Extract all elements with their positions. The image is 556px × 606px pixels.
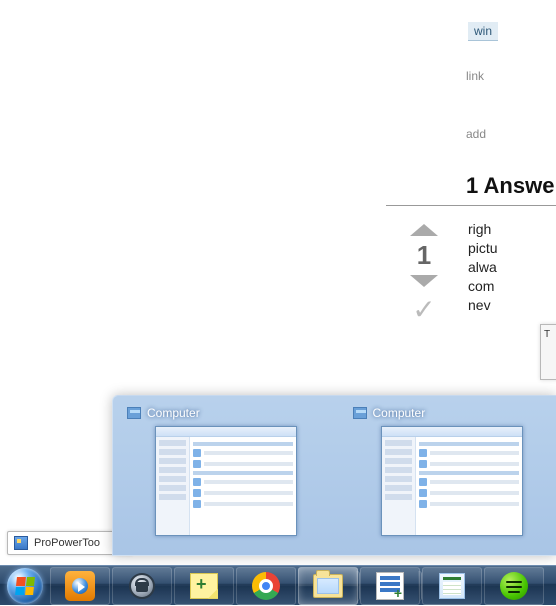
upvote-button[interactable] [410, 224, 438, 236]
explorer-icon [127, 407, 141, 419]
tooltip-app-icon [14, 536, 28, 550]
preview-thumbnail[interactable] [381, 426, 523, 536]
answer-block: 1 ✓ righ pictu alwa com nev [466, 220, 556, 314]
tag-row: win [466, 22, 556, 41]
answer-line: righ [468, 220, 556, 239]
start-button[interactable] [2, 566, 48, 606]
spreadsheet-icon [439, 573, 465, 599]
right-column: win link add 1 Answe 1 ✓ righ pictu alwa… [466, 0, 556, 326]
answer-text: righ pictu alwa com nev [468, 220, 556, 314]
sticky-note-icon [190, 573, 218, 599]
preview-thumbnail[interactable] [155, 426, 297, 536]
lock-icon [129, 573, 155, 599]
taskbar-sticky-notes[interactable] [174, 567, 234, 605]
tooltip-label: ProPowerToo [34, 537, 100, 549]
taskbar-media-player[interactable] [50, 567, 110, 605]
media-player-icon [65, 571, 95, 601]
windows-orb-icon [7, 568, 43, 604]
answer-line: alwa [468, 258, 556, 277]
taskbar-encryption[interactable] [112, 567, 172, 605]
add-comment-link[interactable]: add [466, 127, 556, 141]
taskbar-text-editor[interactable] [360, 567, 420, 605]
explorer-icon [353, 407, 367, 419]
taskbar-thumbnail-preview: Computer Computer [112, 395, 556, 556]
preview-item[interactable]: Computer [353, 406, 543, 543]
answer-line: com [468, 277, 556, 296]
preview-item[interactable]: Computer [127, 406, 317, 543]
vote-score: 1 [406, 240, 442, 271]
vote-column: 1 ✓ [406, 220, 442, 326]
preview-title-row: Computer [127, 406, 317, 420]
preview-title-text: Computer [147, 406, 200, 420]
folder-icon [313, 574, 343, 598]
taskbar-file-explorer[interactable] [298, 567, 358, 605]
share-link[interactable]: link [466, 69, 556, 83]
notepad-icon [376, 572, 404, 600]
preview-title-text: Computer [373, 406, 426, 420]
spotify-icon [500, 572, 528, 600]
preview-title-row: Computer [353, 406, 543, 420]
taskbar-music-player[interactable] [484, 567, 544, 605]
taskbar [0, 565, 556, 605]
tag-windows[interactable]: win [468, 22, 498, 41]
answer-line: nev [468, 296, 556, 315]
answers-heading: 1 Answe [386, 173, 556, 206]
answer-line: pictu [468, 239, 556, 258]
taskbar-spreadsheet[interactable] [422, 567, 482, 605]
accept-check-icon[interactable]: ✓ [406, 293, 442, 326]
chrome-icon [252, 572, 280, 600]
downvote-button[interactable] [410, 275, 438, 287]
taskbar-chrome[interactable] [236, 567, 296, 605]
floating-snippet: T [540, 324, 556, 380]
